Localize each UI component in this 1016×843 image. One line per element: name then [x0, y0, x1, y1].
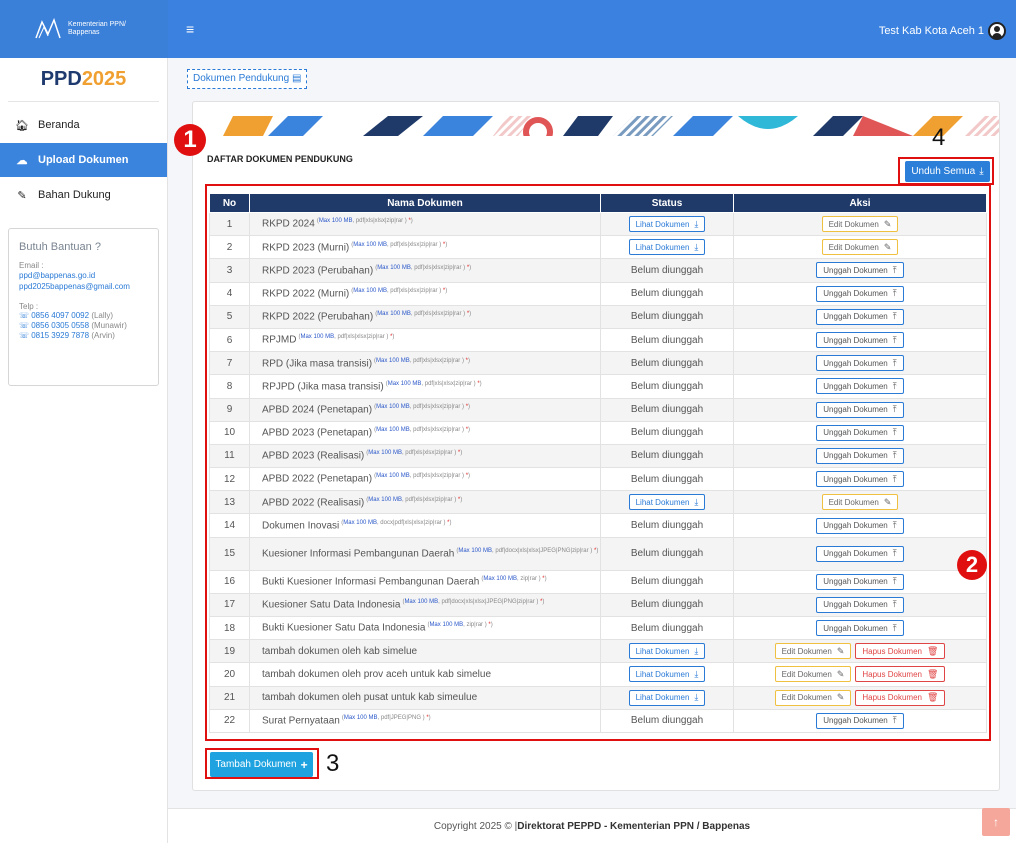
brand-line2: Bappenas [68, 29, 100, 36]
cloud-icon: ☁ [16, 154, 28, 167]
help-email-label: Email : [19, 261, 44, 270]
footer: Copyright 2025 © |Direktorat PEPPD - Kem… [168, 808, 1016, 843]
user-menu[interactable]: Test Kab Kota Aceh 1 [879, 22, 1006, 40]
phone-contact-name: (Munawir) [91, 321, 127, 330]
scroll-to-top-button[interactable]: ↑ [982, 808, 1010, 836]
sidebar-item-label: Beranda [38, 119, 80, 131]
phone-number: 0815 3929 7878 [31, 331, 90, 340]
app-title-prefix: PPD [40, 68, 82, 90]
decorative-banner [223, 116, 999, 136]
annotation-box-unduh [898, 157, 994, 185]
top-navbar: Kementerian PPN/ Bappenas ≡ Test Kab Kot… [0, 0, 1016, 58]
sidebar-item-bahan-dukung[interactable]: ✎ Bahan Dukung [0, 178, 167, 212]
edit-icon: ✎ [17, 189, 27, 202]
bappenas-logo-icon [35, 18, 61, 39]
help-email-link[interactable]: ppd@bappenas.go.id [19, 270, 148, 281]
footer-org: Direktorat PEPPD - Kementerian PPN / Bap… [517, 821, 751, 832]
help-title: Butuh Bantuan ? [19, 241, 101, 253]
sidebar-item-beranda[interactable]: 🏠︎ Beranda [0, 108, 167, 142]
hamburger-menu-icon[interactable]: ≡ [186, 22, 194, 36]
sidebar-item-label: Bahan Dukung [38, 189, 111, 201]
help-phone-link[interactable]: ☏ 0815 3929 7878 (Arvin) [19, 331, 148, 341]
annotation-3: 3 [326, 750, 340, 777]
brand-line1: Kementerian PPN/ [68, 21, 126, 28]
breadcrumb[interactable]: Dokumen Pendukung ▤ [187, 69, 308, 89]
sidebar: PPD 2025 🏠︎ Beranda ☁ Upload Dokumen ✎ Ba… [0, 58, 168, 843]
phone-number: 0856 4097 0092 [31, 311, 90, 320]
help-phone-link[interactable]: ☏ 0856 4097 0092 (Lally) [19, 311, 148, 321]
sidebar-item-label: Upload Dokumen [38, 154, 129, 166]
help-phone-label: Telp : [19, 302, 39, 311]
user-avatar-icon [988, 22, 1006, 40]
document-icon: ▤ [291, 73, 302, 84]
breadcrumb-label: Dokumen Pendukung [193, 73, 290, 84]
app-title: PPD 2025 [8, 58, 159, 102]
help-phone-link[interactable]: ☏ 0856 0305 0558 (Munawir) [19, 321, 148, 331]
phone-contact-name: (Lally) [91, 311, 114, 320]
annotation-2: 2 [957, 550, 987, 580]
annotation-4: 4 [932, 124, 946, 151]
brand[interactable]: Kementerian PPN/ Bappenas [0, 0, 168, 58]
user-name: Test Kab Kota Aceh 1 [878, 25, 984, 37]
phone-contact-name: (Arvin) [91, 331, 115, 340]
page-title: DAFTAR DOKUMEN PENDUKUNG [207, 154, 353, 164]
footer-prefix: Copyright 2025 © | [433, 821, 518, 832]
sidebar-item-upload-dokumen[interactable]: ☁ Upload Dokumen [0, 143, 167, 177]
app-title-year: 2025 [81, 68, 127, 90]
arrow-up-icon: ↑ [993, 815, 999, 829]
phone-number: 0856 0305 0558 [31, 321, 90, 330]
annotation-box-table [205, 184, 991, 741]
annotation-box-tambah [205, 748, 319, 779]
home-icon: 🏠︎ [15, 119, 29, 132]
annotation-1: 1 [174, 124, 206, 156]
help-box: Butuh Bantuan ? Email : ppd@bappenas.go.… [8, 228, 159, 386]
help-email-link[interactable]: ppd2025bappenas@gmail.com [19, 281, 148, 292]
